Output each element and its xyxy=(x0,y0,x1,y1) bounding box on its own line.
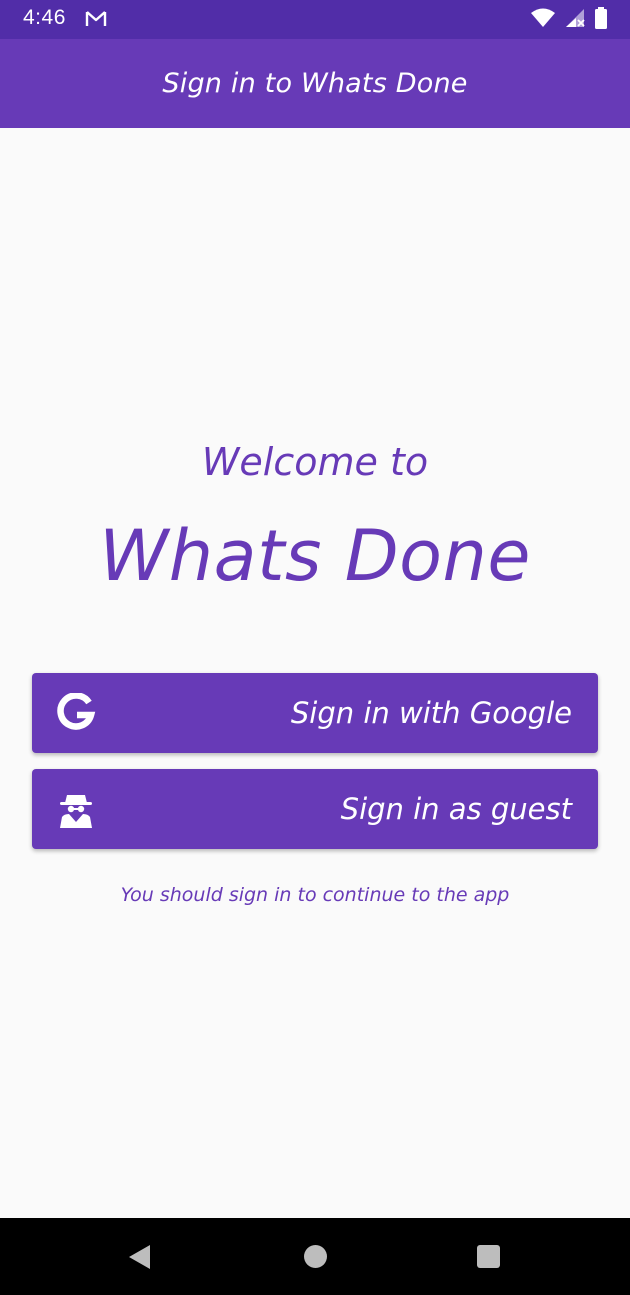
google-icon xyxy=(56,692,96,733)
home-icon[interactable] xyxy=(304,1245,327,1268)
app-name-title: Whats Done xyxy=(99,515,531,597)
sign-in-guest-label: Sign in as guest xyxy=(340,792,572,826)
sign-in-google-label: Sign in with Google xyxy=(290,696,572,730)
app-bar: Sign in to Whats Done xyxy=(0,39,630,128)
app-bar-title: Sign in to Whats Done xyxy=(162,68,468,99)
back-icon[interactable] xyxy=(128,1244,152,1270)
welcome-text: Welcome to xyxy=(201,440,429,484)
wifi-icon xyxy=(530,8,556,32)
gmail-icon xyxy=(85,10,107,28)
signal-icon xyxy=(564,8,586,32)
battery-icon xyxy=(594,7,608,33)
recents-icon[interactable] xyxy=(477,1245,500,1268)
incognito-icon xyxy=(56,789,96,829)
status-time: 4:46 xyxy=(23,6,66,29)
status-bar: 4:46 xyxy=(0,0,630,39)
sign-in-google-button[interactable]: Sign in with Google xyxy=(32,673,598,753)
status-indicators xyxy=(530,7,608,33)
sign-in-guest-button[interactable]: Sign in as guest xyxy=(32,769,598,849)
sign-in-hint: You should sign in to continue to the ap… xyxy=(120,884,510,906)
